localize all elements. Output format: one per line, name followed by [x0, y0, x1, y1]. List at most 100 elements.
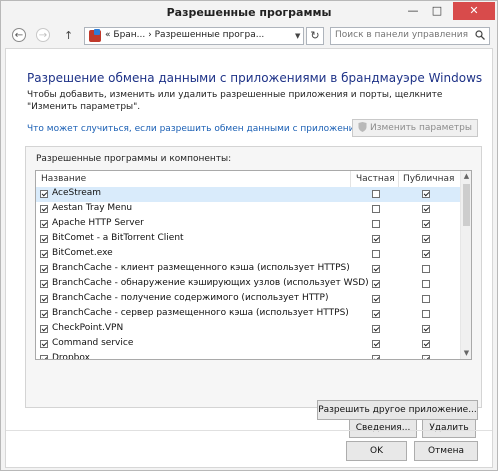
risk-info-link[interactable]: Что может случиться, если разрешить обме…: [27, 124, 372, 134]
table-row[interactable]: BranchCache - сервер размещенного кэша (…: [36, 307, 460, 322]
app-enabled-checkbox[interactable]: [40, 250, 48, 258]
private-network-checkbox[interactable]: [372, 205, 380, 213]
table-row[interactable]: BranchCache - получение содержимого (исп…: [36, 292, 460, 307]
app-enabled-checkbox[interactable]: [40, 220, 48, 228]
table-body: AceStream Aestan Tray Menu Apache HTTP Ser…: [36, 187, 460, 359]
app-enabled-checkbox[interactable]: [40, 205, 48, 213]
public-network-checkbox[interactable]: [422, 310, 430, 318]
scroll-down-icon[interactable]: ▼: [461, 348, 471, 359]
breadcrumb-overflow-icon[interactable]: «: [105, 30, 111, 40]
table-header: Название Частная Публичная: [36, 171, 460, 188]
title-bar: Разрешенные программы — □ ✕: [1, 1, 497, 25]
app-name: BitComet - a BitTorrent Client: [52, 233, 184, 243]
app-enabled-checkbox[interactable]: [40, 355, 48, 359]
close-icon[interactable]: ✕: [453, 2, 495, 20]
delete-button[interactable]: Удалить: [422, 418, 476, 438]
search-input[interactable]: [335, 30, 470, 40]
scrollbar-thumb[interactable]: [463, 184, 470, 226]
back-arrow-icon[interactable]: ←: [12, 28, 26, 42]
minimize-icon[interactable]: —: [401, 2, 425, 20]
app-name: AceStream: [52, 188, 102, 198]
shield-icon: [358, 122, 367, 132]
firewall-allowed-apps-window: Разрешенные программы — □ ✕ ← → ↑ « Бран…: [0, 0, 498, 471]
app-enabled-checkbox[interactable]: [40, 325, 48, 333]
table-row[interactable]: BranchCache - клиент размещенного кэша (…: [36, 262, 460, 277]
app-enabled-checkbox[interactable]: [40, 190, 48, 198]
table-row[interactable]: Apache HTTP Server: [36, 217, 460, 232]
private-network-checkbox[interactable]: [372, 295, 380, 303]
private-network-checkbox[interactable]: [372, 220, 380, 228]
forward-arrow-icon[interactable]: →: [36, 28, 50, 42]
app-enabled-checkbox[interactable]: [40, 265, 48, 273]
breadcrumb-item-firewall[interactable]: Бран...: [113, 30, 145, 40]
app-name: Aestan Tray Menu: [52, 203, 133, 213]
public-network-checkbox[interactable]: [422, 250, 430, 258]
breadcrumb: « Бран... › Разрешенные програ...: [105, 30, 264, 40]
public-network-checkbox[interactable]: [422, 265, 430, 273]
app-enabled-checkbox[interactable]: [40, 280, 48, 288]
table-row[interactable]: Dropbox: [36, 352, 460, 359]
column-header-private[interactable]: Частная: [356, 174, 395, 184]
allowed-apps-table: Название Частная Публичная AceStream Aest…: [35, 170, 472, 360]
app-name: BranchCache - обнаружение кэширующих узл…: [52, 278, 369, 288]
public-network-checkbox[interactable]: [422, 340, 430, 348]
private-network-checkbox[interactable]: [372, 280, 380, 288]
private-network-checkbox[interactable]: [372, 340, 380, 348]
app-enabled-checkbox[interactable]: [40, 235, 48, 243]
table-row[interactable]: BitComet - a BitTorrent Client: [36, 232, 460, 247]
change-settings-button[interactable]: Изменить параметры: [352, 119, 478, 137]
app-name: CheckPoint.VPN: [52, 323, 124, 333]
details-button[interactable]: Сведения...: [349, 418, 417, 438]
breadcrumb-item-allowed-apps[interactable]: Разрешенные програ...: [155, 30, 265, 40]
search-box[interactable]: [330, 27, 490, 45]
breadcrumb-separator-icon: ›: [148, 30, 152, 40]
allowed-apps-group: Разрешенные программы и компоненты: Назв…: [25, 146, 482, 438]
navigation-bar: ← → ↑ « Бран... › Разрешенные програ... …: [1, 25, 497, 47]
allow-another-app-button[interactable]: Разрешить другое приложение...: [317, 400, 478, 420]
private-network-checkbox[interactable]: [372, 325, 380, 333]
table-row[interactable]: BitComet.exe: [36, 247, 460, 262]
public-network-checkbox[interactable]: [422, 190, 430, 198]
ok-button[interactable]: OK: [346, 441, 407, 461]
scroll-up-icon[interactable]: ▲: [461, 171, 471, 182]
public-network-checkbox[interactable]: [422, 205, 430, 213]
column-header-public[interactable]: Публичная: [403, 174, 454, 184]
maximize-icon[interactable]: □: [425, 2, 449, 20]
public-network-checkbox[interactable]: [422, 280, 430, 288]
private-network-checkbox[interactable]: [372, 310, 380, 318]
private-network-checkbox[interactable]: [372, 265, 380, 273]
app-name: BranchCache - клиент размещенного кэша (…: [52, 263, 350, 273]
public-network-checkbox[interactable]: [422, 220, 430, 228]
allowed-apps-label: Разрешенные программы и компоненты:: [36, 154, 232, 164]
private-network-checkbox[interactable]: [372, 355, 380, 359]
page-description: Чтобы добавить, изменить или удалить раз…: [27, 90, 443, 112]
app-enabled-checkbox[interactable]: [40, 295, 48, 303]
table-row[interactable]: Command service: [36, 337, 460, 352]
table-row[interactable]: CheckPoint.VPN: [36, 322, 460, 337]
table-row[interactable]: Aestan Tray Menu: [36, 202, 460, 217]
address-bar[interactable]: « Бран... › Разрешенные програ... ▼: [84, 27, 304, 45]
search-icon[interactable]: [475, 30, 485, 40]
app-name: BranchCache - получение содержимого (исп…: [52, 293, 329, 303]
public-network-checkbox[interactable]: [422, 325, 430, 333]
refresh-icon[interactable]: ↻: [306, 27, 324, 45]
private-network-checkbox[interactable]: [372, 190, 380, 198]
up-arrow-icon[interactable]: ↑: [64, 29, 74, 43]
public-network-checkbox[interactable]: [422, 295, 430, 303]
app-name: BitComet.exe: [52, 248, 113, 258]
content-panel: Разрешение обмена данными с приложениями…: [5, 48, 493, 468]
private-network-checkbox[interactable]: [372, 235, 380, 243]
app-enabled-checkbox[interactable]: [40, 340, 48, 348]
cancel-button[interactable]: Отмена: [414, 441, 478, 461]
private-network-checkbox[interactable]: [372, 250, 380, 258]
vertical-scrollbar[interactable]: ▲ ▼: [460, 171, 471, 359]
page-title: Разрешение обмена данными с приложениями…: [27, 71, 483, 85]
address-dropdown-icon[interactable]: ▼: [295, 28, 305, 44]
table-row[interactable]: BranchCache - обнаружение кэширующих узл…: [36, 277, 460, 292]
table-row[interactable]: AceStream: [36, 187, 460, 202]
column-header-name[interactable]: Название: [41, 174, 86, 184]
public-network-checkbox[interactable]: [422, 235, 430, 243]
change-settings-label: Изменить параметры: [369, 123, 472, 133]
public-network-checkbox[interactable]: [422, 355, 430, 359]
app-enabled-checkbox[interactable]: [40, 310, 48, 318]
